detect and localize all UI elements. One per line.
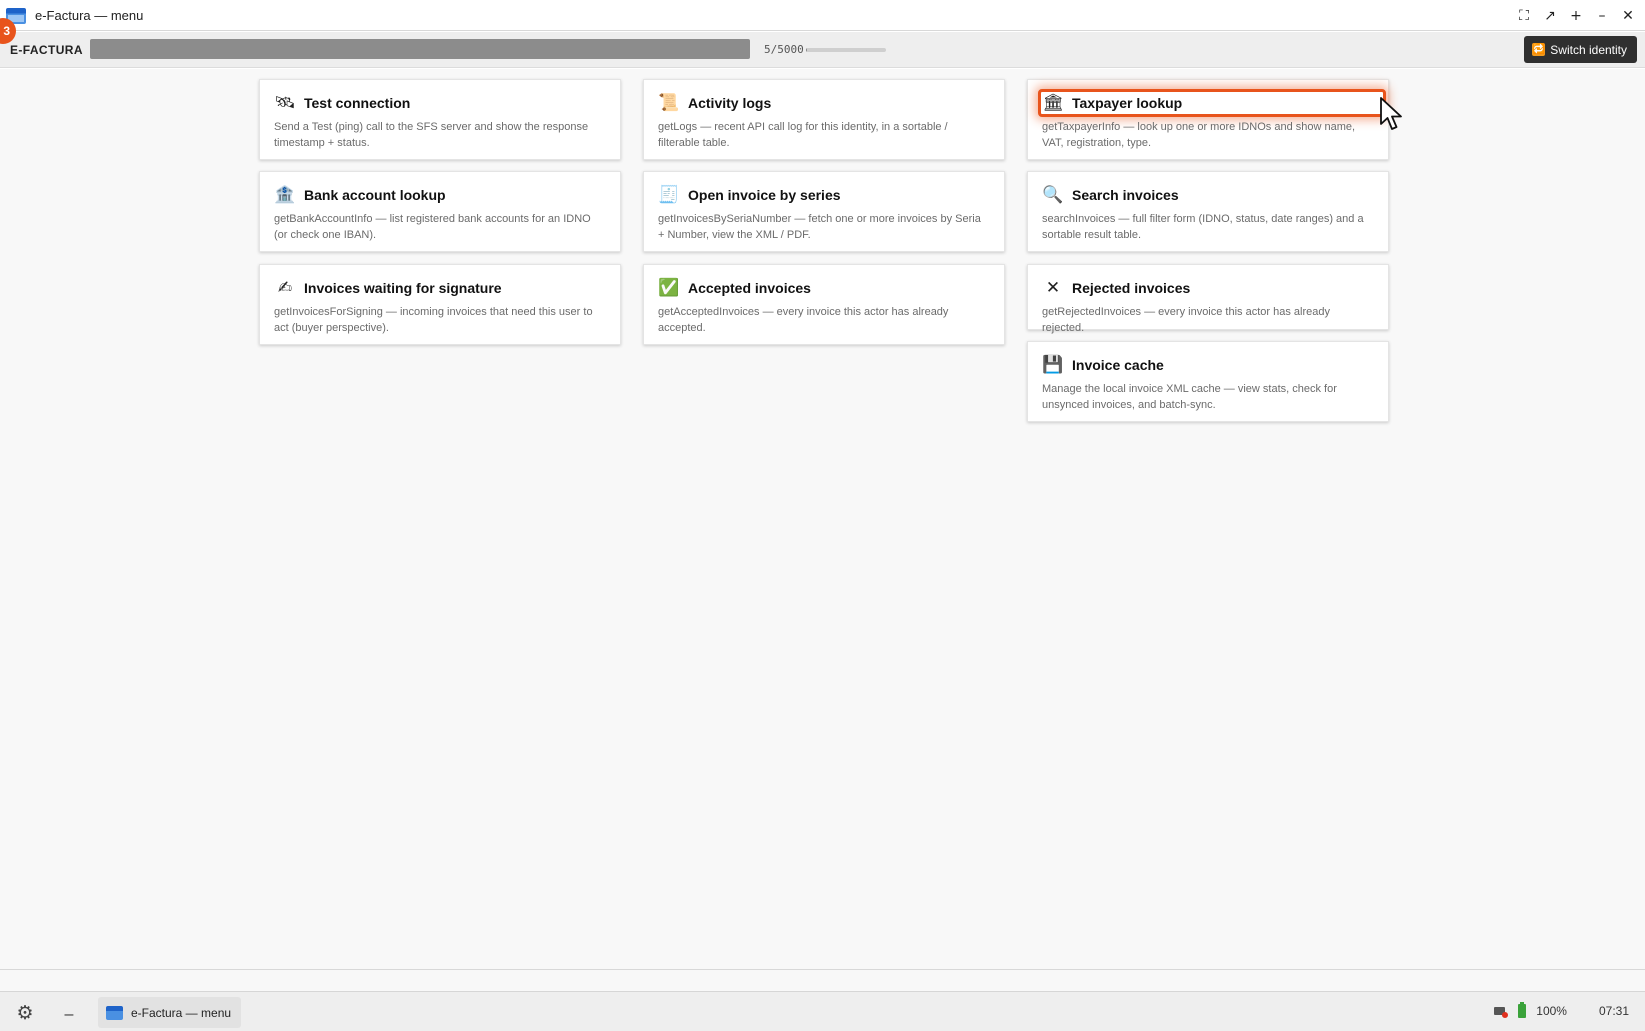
unmaximize-icon[interactable]: ↗: [1539, 5, 1561, 27]
card-title: Invoice cache: [1072, 357, 1164, 373]
card-test-connection[interactable]: 🛰 Test connection Send a Test (ping) call…: [259, 79, 621, 160]
quota-counter: 5/5000: [764, 43, 804, 56]
close-icon[interactable]: ✕: [1617, 5, 1639, 27]
check-mark-icon: ✅: [658, 278, 680, 298]
window-controls: ⛶ ↗ + – ✕: [1513, 5, 1639, 27]
card-title: Rejected invoices: [1072, 280, 1191, 296]
card-title: Activity logs: [688, 95, 772, 111]
cross-icon: ✕: [1045, 278, 1061, 298]
card-description: getInvoicesBySeriaNumber — fetch one or …: [658, 213, 981, 241]
taskbar: ⚙ – e-Factura — menu 100% 07:31: [0, 991, 1645, 1031]
minimize-icon[interactable]: –: [1591, 5, 1613, 27]
receipt-icon: 🧾: [658, 185, 680, 205]
floppy-disk-icon: 💾: [1042, 355, 1064, 375]
quota-progress: [806, 48, 886, 52]
network-disconnected-icon[interactable]: [1494, 1005, 1509, 1018]
card-description: Send a Test (ping) call to the SFS serve…: [274, 121, 589, 149]
clock[interactable]: 07:31: [1599, 1004, 1629, 1018]
scroll-icon: 📜: [658, 93, 680, 113]
magnifier-icon: 🔍: [1042, 185, 1064, 205]
window-title: e-Factura — menu: [35, 8, 144, 23]
card-description: getLogs — recent API call log for this i…: [658, 121, 948, 149]
card-description: Manage the local invoice XML cache — vie…: [1042, 383, 1337, 411]
card-invoices-waiting-signature[interactable]: ✍ Invoices waiting for signature getInvoi…: [259, 264, 621, 345]
card-description: getRejectedInvoices — every invoice this…: [1042, 306, 1330, 334]
card-description: getInvoicesForSigning — incoming invoice…: [274, 306, 593, 334]
classical-building-icon: 🏛: [1042, 93, 1064, 113]
card-title: Invoices waiting for signature: [304, 280, 502, 296]
card-description: searchInvoices — full filter form (IDNO,…: [1042, 213, 1364, 241]
bank-icon: 🏦: [274, 185, 296, 205]
card-invoice-cache[interactable]: 💾 Invoice cache Manage the local invoice …: [1027, 341, 1389, 422]
identity-bar: [90, 39, 750, 59]
mouse-pointer-icon: [1380, 97, 1402, 130]
card-description: getTaxpayerInfo — look up one or more ID…: [1042, 121, 1356, 149]
taskbar-task-label: e-Factura — menu: [131, 1005, 232, 1020]
card-description: getBankAccountInfo — list registered ban…: [274, 213, 591, 241]
card-title: Bank account lookup: [304, 187, 446, 203]
card-taxpayer-lookup[interactable]: 🏛 Taxpayer lookup getTaxpayerInfo — look …: [1027, 79, 1389, 160]
card-search-invoices[interactable]: 🔍 Search invoices searchInvoices — full f…: [1027, 171, 1389, 252]
writing-hand-icon: ✍: [277, 278, 293, 298]
card-title: Test connection: [304, 95, 411, 111]
app-header: E-FACTURA 5/5000 🔁 Switch identity: [0, 32, 1645, 68]
quota-progress-fill: [806, 48, 808, 52]
fullscreen-icon[interactable]: ⛶: [1513, 5, 1535, 27]
card-bank-account-lookup[interactable]: 🏦 Bank account lookup getBankAccountInfo …: [259, 171, 621, 252]
main-content: 🛰 Test connection Send a Test (ping) call…: [0, 69, 1645, 969]
card-rejected-invoices[interactable]: ✕ Rejected invoices getRejectedInvoices —…: [1027, 264, 1389, 334]
switch-identity-label: Switch identity: [1550, 42, 1627, 57]
card-title: Taxpayer lookup: [1072, 95, 1183, 111]
card-activity-logs[interactable]: 📜 Activity logs getLogs — recent API call…: [643, 79, 1005, 160]
brand-label: E-FACTURA: [10, 43, 83, 57]
card-description: getAcceptedInvoices — every invoice this…: [658, 306, 949, 334]
satellite-icon: 🛰: [274, 93, 296, 113]
window-titlebar: e-Factura — menu ⛶ ↗ + – ✕: [0, 0, 1645, 31]
card-open-invoice-by-series[interactable]: 🧾 Open invoice by series getInvoicesBySer…: [643, 171, 1005, 252]
horizontal-scrollbar[interactable]: [0, 969, 1645, 991]
taskbar-task-efactura[interactable]: e-Factura — menu: [98, 997, 242, 1028]
card-accepted-invoices[interactable]: ✅ Accepted invoices getAcceptedInvoices —…: [643, 264, 1005, 345]
battery-icon[interactable]: [1518, 1002, 1527, 1018]
card-title: Open invoice by series: [688, 187, 841, 203]
settings-gear-icon[interactable]: ⚙: [14, 1002, 36, 1024]
show-desktop-icon[interactable]: –: [58, 1002, 80, 1024]
folder-icon: [106, 1005, 123, 1020]
system-tray: 100% 07:31: [1494, 1002, 1629, 1018]
card-title: Accepted invoices: [688, 280, 811, 296]
switch-identity-button[interactable]: 🔁 Switch identity: [1524, 36, 1637, 63]
add-window-icon[interactable]: +: [1565, 5, 1587, 27]
battery-level: 100%: [1536, 1004, 1567, 1018]
card-title: Search invoices: [1072, 187, 1179, 203]
switch-identity-icon: 🔁: [1532, 43, 1546, 56]
